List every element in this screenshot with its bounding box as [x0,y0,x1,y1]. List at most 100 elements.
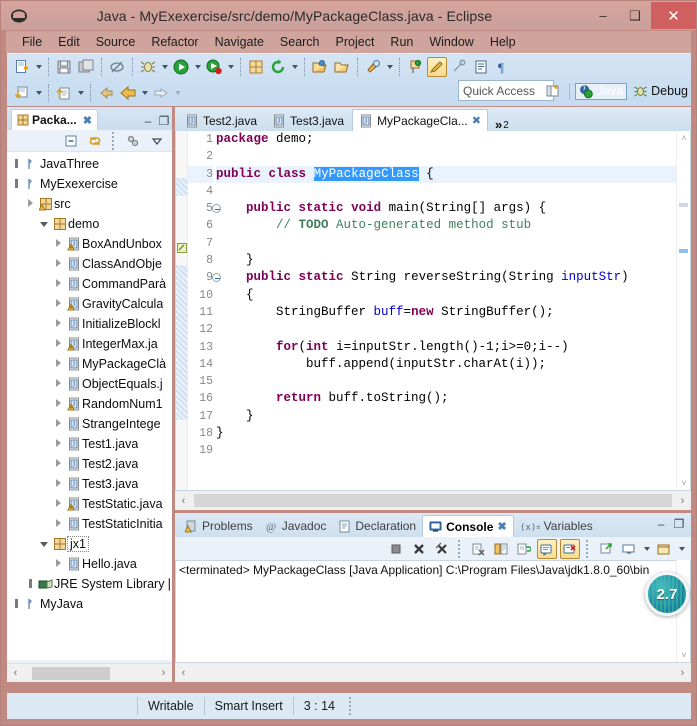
tree-item-commandpar[interactable]: J CommandParà [7,274,172,294]
code-line[interactable]: { [216,287,676,304]
maximize-view-button[interactable]: ❐ [156,112,172,130]
back-dropdown-arrow[interactable] [139,83,150,103]
quick-assist-icon[interactable] [177,243,187,253]
tree-item-boxandunbox[interactable]: J BoxAndUnbox [7,234,172,254]
expand-arrow-right-icon[interactable] [51,439,65,449]
tree-item-initializeblockl[interactable]: J InitializeBlockl [7,314,172,334]
external-tools-dropdown-arrow[interactable] [289,57,300,77]
toggle-breadcrumb-icon[interactable] [107,57,127,77]
minimize-view-button[interactable]: – [140,112,156,130]
tree-item-hello-java[interactable]: J Hello.java [7,554,172,574]
expand-arrow-down-icon[interactable] [37,220,51,229]
external-tools-icon[interactable] [268,57,288,77]
tree-item-integermax-ja[interactable]: J IntegerMax.ja [7,334,172,354]
scroll-down-arrow[interactable]: ˅ [677,476,690,490]
tree-item-demo[interactable]: demo [7,214,172,234]
collapse-all-icon[interactable] [61,131,81,151]
scroll-right-arrow[interactable]: › [674,492,691,509]
console-hscrollbar[interactable]: ‹ › [175,663,691,682]
scroll-up-arrow[interactable]: ˄ [677,131,690,145]
code-line[interactable]: public static void main(String[] args) { [216,200,676,217]
expand-arrow-right-icon[interactable] [51,479,65,489]
coverage-icon[interactable] [204,57,224,77]
expand-arrow-right-icon[interactable] [51,299,65,309]
menu-refactor[interactable]: Refactor [143,33,206,51]
code-line[interactable]: // TODO Auto-generated method stub [216,217,676,234]
hscroll-thumb[interactable] [32,666,110,680]
menu-navigate[interactable]: Navigate [207,33,272,51]
code-line[interactable] [216,373,676,390]
scroll-left-arrow[interactable]: ‹ [175,492,192,509]
tree-item-strangeintege[interactable]: J StrangeIntege [7,414,172,434]
code-line[interactable] [216,235,676,252]
scroll-lock-icon[interactable] [491,539,511,559]
expand-arrow-right-icon[interactable] [51,459,65,469]
expand-arrow-right-icon[interactable] [51,499,65,509]
console-tab-problems[interactable]: Problems [179,515,259,537]
tree-item-objectequals-j[interactable]: J ObjectEquals.j [7,374,172,394]
code-line[interactable] [216,148,676,165]
minimize-console-button[interactable]: – [653,515,669,533]
editor-tab-test3-java[interactable]: J Test3.java [265,109,351,131]
tree-item-myexexercise[interactable]: MyExexercise [7,174,172,194]
code-line[interactable]: return buff.toString(); [216,390,676,407]
search-icon[interactable] [363,57,383,77]
previous-annotation-icon[interactable] [54,83,74,103]
expand-arrow-right-icon[interactable] [23,578,37,590]
code-line[interactable] [216,183,676,200]
link-with-editor-icon[interactable] [85,131,105,151]
save-all-icon[interactable] [76,57,96,77]
forward-dropdown-arrow[interactable] [172,83,183,103]
minimize-button[interactable]: – [587,2,619,29]
quick-access-input[interactable]: Quick Access [458,80,554,101]
clear-console-icon[interactable] [468,539,488,559]
menu-window[interactable]: Window [421,33,481,51]
menu-edit[interactable]: Edit [50,33,88,51]
view-menu-icon[interactable] [147,131,167,151]
expand-arrow-right-icon[interactable] [51,279,65,289]
package-explorer-hscrollbar[interactable]: ‹ › [7,663,172,682]
menu-source[interactable]: Source [88,33,144,51]
code-editor[interactable]: 1 2 3 4 5 6 7 8 9 10 11 12 13 14 15 16 17 18 19 package de… [175,131,691,491]
editor-hscrollbar[interactable]: ‹ › [175,491,691,510]
hscroll-track[interactable] [192,492,674,509]
menu-search[interactable]: Search [272,33,328,51]
menu-run[interactable]: Run [382,33,421,51]
code-line[interactable]: } [216,408,676,425]
tree-item-test3-java[interactable]: J Test3.java [7,474,172,494]
expand-arrow-right-icon[interactable] [51,379,65,389]
expand-arrow-right-icon[interactable] [51,259,65,269]
expand-arrow-down-icon[interactable] [37,540,51,549]
hscroll-thumb[interactable] [194,494,672,507]
tree-item-javathree[interactable]: JavaThree [7,154,172,174]
console-tab-variables[interactable]: (x)= Variables [514,515,599,537]
marker-icon[interactable] [427,57,447,77]
source-code-text[interactable]: package demo; public class MyPackageClas… [216,131,676,490]
expand-arrow-right-icon[interactable] [51,359,65,369]
new-wizard-dropdown-arrow[interactable] [33,57,44,77]
tree-item-jx1[interactable]: jx1 [7,534,172,554]
terminate-icon[interactable] [386,539,406,559]
expand-arrow-right-icon[interactable] [51,239,65,249]
forward-back-icon[interactable] [118,83,138,103]
menu-help[interactable]: Help [482,33,524,51]
pin-editor-icon[interactable] [405,57,425,77]
console-tab-javadoc[interactable]: @ Javadoc [259,515,333,537]
code-line[interactable]: public static String reverseString(Strin… [216,269,676,286]
debug-dropdown-arrow[interactable] [159,57,170,77]
scroll-left-arrow[interactable]: ‹ [7,665,24,682]
editor-tab-mypackagecla[interactable]: J MyPackageCla... ✖ [352,109,488,131]
display-selected-console-icon[interactable] [619,539,639,559]
pin-console-icon[interactable] [596,539,616,559]
next-annotation-dropdown-arrow[interactable] [33,83,44,103]
back-history-icon[interactable] [96,83,116,103]
hscroll-track[interactable] [24,665,155,682]
maximize-button[interactable]: ❑ [619,2,651,29]
console-tab-console[interactable]: Console ✖ [422,515,514,537]
run-icon[interactable] [171,57,191,77]
code-line[interactable]: } [216,252,676,269]
menu-file[interactable]: File [14,33,50,51]
previous-annotation-dropdown-arrow[interactable] [75,83,86,103]
tree-item-myjava[interactable]: MyJava [7,594,172,614]
open-type-icon[interactable] [310,57,330,77]
